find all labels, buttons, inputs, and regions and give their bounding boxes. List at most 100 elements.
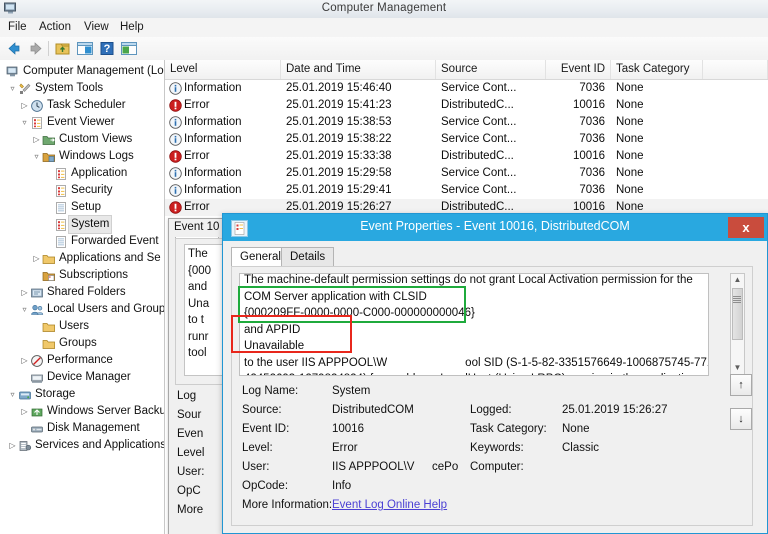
- cell-task-category: None: [616, 184, 644, 196]
- table-row[interactable]: Information 25.01.2019 15:46:40 Service Co…: [165, 80, 768, 97]
- tree-node-performance[interactable]: ▷ Performance: [0, 352, 164, 369]
- tree-node-windows-server-backup[interactable]: ▷ Windows Server Backup: [0, 403, 164, 420]
- close-icon[interactable]: x: [728, 217, 764, 238]
- previous-event-button[interactable]: ↑: [730, 374, 752, 396]
- up-one-level-button[interactable]: [53, 39, 73, 58]
- show-hide-console-tree-button[interactable]: [75, 39, 95, 58]
- expander-expand-icon[interactable]: ▷: [20, 352, 29, 369]
- menu-item-view[interactable]: View: [80, 21, 113, 33]
- tree-node-security[interactable]: Security: [0, 182, 164, 199]
- tree-node-windows-logs[interactable]: ▿ Windows Logs: [0, 148, 164, 165]
- system-tools-icon: [19, 83, 31, 94]
- column-header-level[interactable]: Level: [165, 60, 281, 79]
- error-icon: [169, 99, 182, 112]
- folder-icon: [42, 340, 55, 349]
- table-row[interactable]: Information 25.01.2019 15:29:41 Service Co…: [165, 182, 768, 199]
- user-value: IIS APPPOOL\V: [332, 461, 415, 473]
- device-manager-icon-wrap: [30, 369, 44, 386]
- show-hide-action-pane-button[interactable]: [119, 39, 139, 58]
- description-line-head: to the user IIS APPPOOL\W: [244, 356, 388, 369]
- table-row[interactable]: Information 25.01.2019 15:38:22 Service Co…: [165, 131, 768, 148]
- console-tree[interactable]: Computer Management (Local ▿ System Tools ▷…: [0, 60, 165, 534]
- tree-node-system[interactable]: System: [0, 215, 164, 234]
- tree-node-users[interactable]: Users: [0, 318, 164, 335]
- tree-node-custom-views[interactable]: ▷ Custom Views: [0, 131, 164, 148]
- description-line: to the user IIS APPPOOL\W ool SID (S-1-5-…: [244, 355, 708, 372]
- tree-node-system-tools[interactable]: ▿ System Tools: [0, 80, 164, 97]
- cell-source: Service Cont...: [441, 167, 517, 179]
- tree-node-computer-management-local[interactable]: Computer Management (Local: [0, 63, 164, 80]
- menu-item-file[interactable]: File: [4, 21, 31, 33]
- expander-expand-icon[interactable]: ▷: [20, 284, 29, 301]
- tree-node-setup[interactable]: Setup: [0, 199, 164, 216]
- services-icon: [19, 441, 32, 451]
- tree-node-application[interactable]: Application: [0, 165, 164, 182]
- expander-collapse-icon[interactable]: ▿: [32, 148, 41, 165]
- menu-item-action[interactable]: Action: [35, 21, 75, 33]
- table-row[interactable]: Information 25.01.2019 15:29:58 Service Co…: [165, 165, 768, 182]
- expander-collapse-icon[interactable]: ▿: [8, 386, 17, 403]
- table-row[interactable]: Error 25.01.2019 15:33:38 DistributedC... 1…: [165, 148, 768, 165]
- tree-node-applications-and-se[interactable]: ▷ Applications and Se: [0, 250, 164, 267]
- redacted-computer-name: [562, 461, 682, 473]
- help-button[interactable]: ?: [97, 39, 117, 58]
- expander-expand-icon[interactable]: ▷: [20, 403, 29, 420]
- back-button[interactable]: [4, 39, 24, 58]
- expander-collapse-icon[interactable]: ▿: [20, 301, 29, 318]
- expander-collapse-icon[interactable]: ▿: [8, 80, 17, 97]
- folder-icon-wrap: [42, 318, 56, 335]
- tree-node-groups[interactable]: Groups: [0, 335, 164, 352]
- column-header-blank[interactable]: [703, 60, 768, 79]
- tree-node-forwarded-event[interactable]: Forwarded Event: [0, 233, 164, 250]
- cell-task-category: None: [616, 133, 644, 145]
- cell-source: DistributedC...: [441, 99, 514, 111]
- tree-node-storage[interactable]: ▿ Storage: [0, 386, 164, 403]
- computer-icon-wrap: [6, 63, 20, 80]
- expander-expand-icon[interactable]: ▷: [20, 97, 29, 114]
- tab-details[interactable]: Details: [281, 247, 335, 267]
- tree-node-subscriptions[interactable]: Subscriptions: [0, 267, 164, 284]
- custom-views-folder-icon-wrap: [42, 131, 56, 148]
- subscriptions-icon-wrap: [42, 267, 56, 284]
- tree-node-disk-management[interactable]: Disk Management: [0, 420, 164, 437]
- expander-collapse-icon[interactable]: ▿: [20, 114, 29, 131]
- column-header-event-id[interactable]: Event ID: [546, 60, 611, 79]
- clock-icon-wrap: [30, 97, 44, 114]
- tree-node-event-viewer[interactable]: ▿ Event Viewer: [0, 114, 164, 131]
- event-log-online-help-link[interactable]: Event Log Online Help: [332, 499, 447, 511]
- tree-node-services-and-applications[interactable]: ▷ Services and Applications: [0, 437, 164, 454]
- cell-event-id: 7036: [579, 116, 605, 128]
- forward-button[interactable]: [26, 39, 46, 58]
- next-event-button[interactable]: ↓: [730, 408, 752, 430]
- expander-expand-icon[interactable]: ▷: [32, 250, 41, 267]
- column-header-task-category[interactable]: Task Category: [611, 60, 703, 79]
- folder-icon-wrap: [42, 335, 56, 352]
- column-header-source[interactable]: Source: [436, 60, 546, 79]
- tree-node-label: Applications and Se: [59, 252, 161, 264]
- dialog-titlebar: Event Properties - Event 10016, Distribu…: [223, 214, 767, 241]
- description-scrollbar[interactable]: ▲ ▼: [730, 273, 745, 376]
- table-row[interactable]: Error 25.01.2019 15:41:23 DistributedC... 1…: [165, 97, 768, 114]
- level-label: Level:: [242, 442, 273, 454]
- event-properties-dialog: Event Properties - Event 10016, Distribu…: [222, 213, 768, 534]
- log-icon-wrap: [54, 165, 68, 182]
- expander-expand-icon[interactable]: ▷: [32, 131, 41, 148]
- expander-expand-icon[interactable]: ▷: [8, 437, 17, 454]
- user-label: User:: [242, 461, 270, 473]
- scroll-up-icon[interactable]: ▲: [731, 274, 744, 287]
- tree-node-device-manager[interactable]: Device Manager: [0, 369, 164, 386]
- log-icon: [56, 168, 66, 180]
- cell-level: Error: [184, 150, 210, 162]
- event-description-box[interactable]: The machine-default permission settings …: [239, 273, 709, 376]
- tree-node-label: Windows Logs: [59, 150, 134, 162]
- column-header-date-and-time[interactable]: Date and Time: [281, 60, 436, 79]
- tree-node-shared-folders[interactable]: ▷ Shared Folders: [0, 284, 164, 301]
- disk-management-icon: [31, 426, 43, 433]
- table-row[interactable]: Information 25.01.2019 15:38:53 Service Co…: [165, 114, 768, 131]
- tree-node-task-scheduler[interactable]: ▷ Task Scheduler: [0, 97, 164, 114]
- tree-node-local-users-and-groups[interactable]: ▿ Local Users and Groups: [0, 301, 164, 318]
- background-field-label: OpC: [177, 485, 201, 497]
- cell-datetime: 25.01.2019 15:46:40: [286, 82, 392, 94]
- tree-node-label: Computer Management (Local: [23, 65, 165, 77]
- menu-item-help[interactable]: Help: [116, 21, 148, 33]
